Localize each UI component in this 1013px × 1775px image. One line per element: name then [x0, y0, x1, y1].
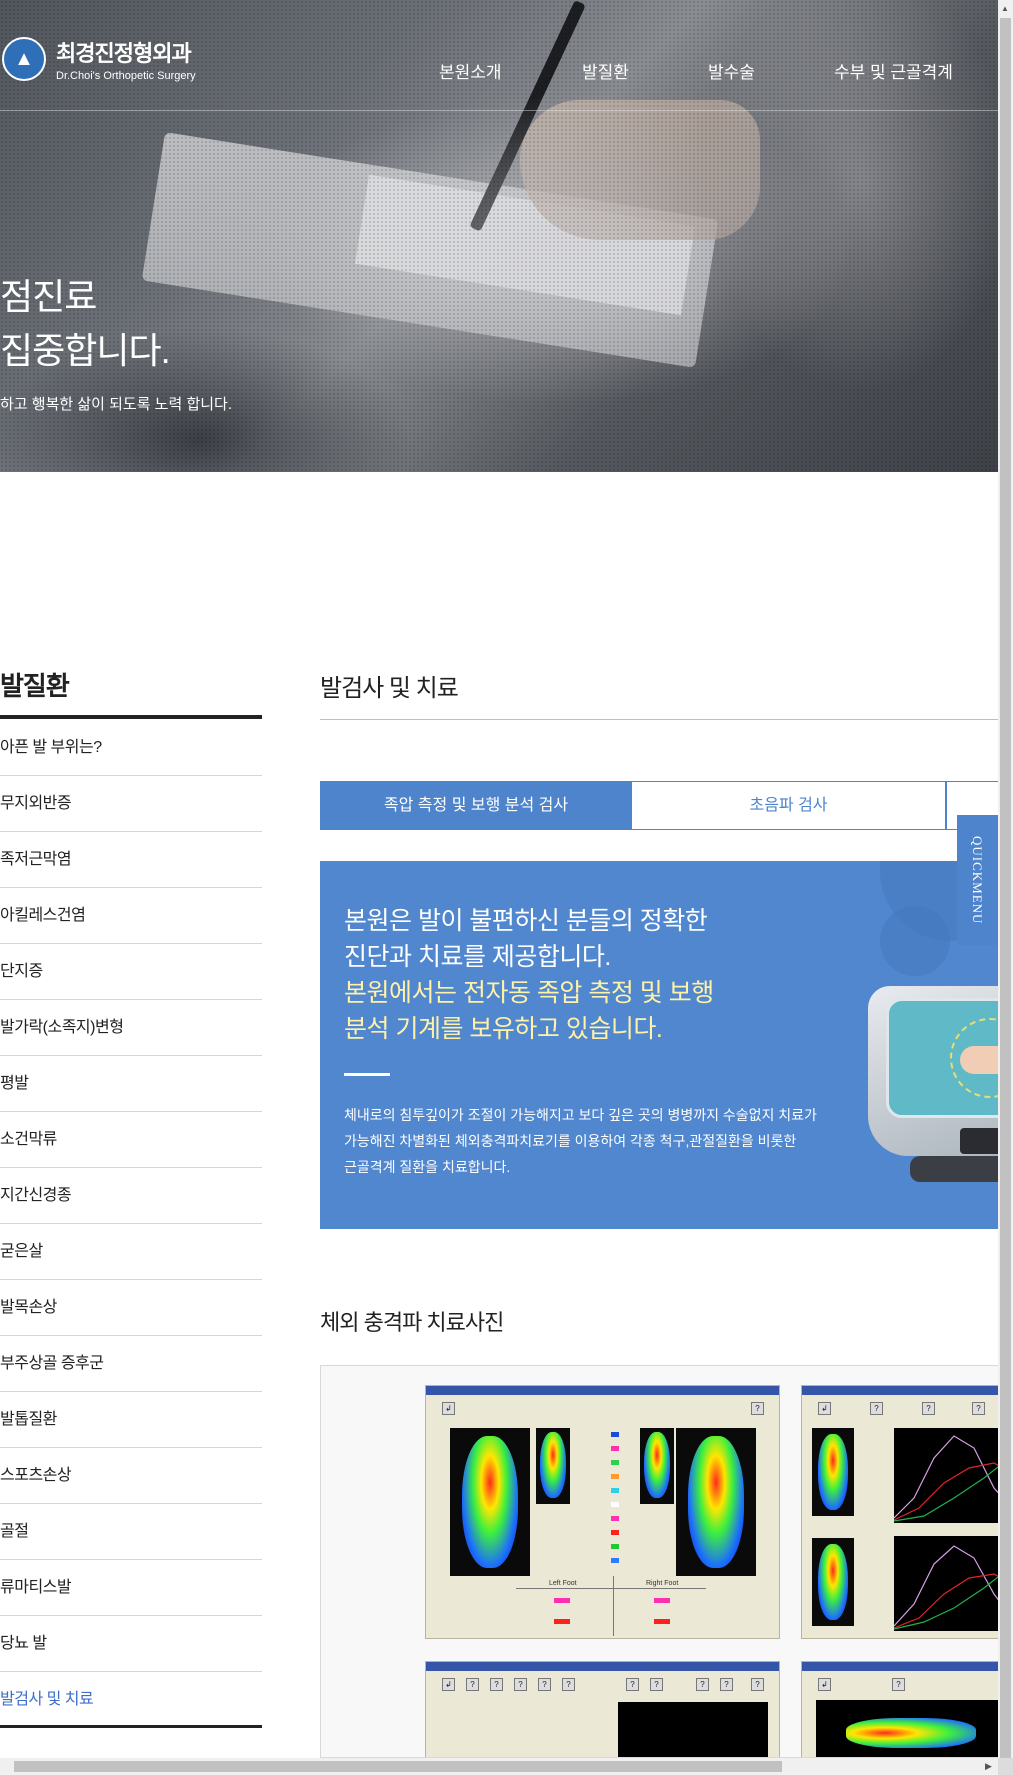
sidebar-item-painful-area[interactable]: 아픈 발 부위는? [0, 720, 262, 776]
gallery-photo-pressure-map[interactable]: ↲ ? Left Foot Right Foot [425, 1385, 780, 1639]
sidebar-item-bunionette[interactable]: 소건막류 [0, 1112, 262, 1168]
gallery-photo-pressure-side[interactable]: ↲ ? [801, 1661, 998, 1757]
sidebar-item-rheumatoid-foot[interactable]: 류마티스발 [0, 1560, 262, 1616]
sidebar-top-rule [0, 715, 262, 719]
gallery-title: 체외 충격파 치료사진 [320, 1310, 504, 1335]
sidebar-item-brachymetatarsia[interactable]: 단지증 [0, 944, 262, 1000]
scroll-up-arrow-icon[interactable]: ▲ [1001, 4, 1009, 13]
foot-pressure-machine-image [850, 976, 998, 1186]
nav-item-foot-surgery[interactable]: 발수술 [708, 58, 755, 83]
sidebar-item-sports-injury[interactable]: 스포츠손상 [0, 1448, 262, 1504]
sidebar-item-accessory-navicular[interactable]: 부주상골 증후군 [0, 1336, 262, 1392]
sidebar-item-flatfoot[interactable]: 평발 [0, 1056, 262, 1112]
horizontal-scroll-thumb[interactable] [14, 1761, 782, 1772]
sidebar-menu: 아픈 발 부위는? 무지외반증 족저근막염 아킬레스건염 단지증 발가락(소족지… [0, 720, 262, 1728]
left-foot-label: Left Foot [549, 1580, 577, 1587]
sidebar-item-plantar-fasciitis[interactable]: 족저근막염 [0, 832, 262, 888]
banner-divider [344, 1073, 390, 1076]
nav-item-about[interactable]: 본원소개 [439, 58, 502, 83]
hero-title: 점진료 집중합니다. [0, 276, 171, 371]
banner-description: 체내로의 침투깊이가 조절이 가능해지고 보다 깊은 곳의 병병까지 수술없지 … [344, 1107, 817, 1175]
sidebar-item-diabetic-foot[interactable]: 당뇨 발 [0, 1616, 262, 1672]
title-divider [320, 719, 998, 720]
nav-item-foot-disease[interactable]: 발질환 [582, 58, 629, 83]
horizontal-scrollbar[interactable]: ▶ [0, 1758, 998, 1775]
page-title: 발검사 및 치료 [320, 675, 459, 702]
main-nav: 본원소개 발질환 발수술 수부 및 근골격계 [0, 58, 998, 86]
sidebar-item-mortons-neuroma[interactable]: 지간신경종 [0, 1168, 262, 1224]
tab-pressure-gait-analysis[interactable]: 족압 측정 및 보행 분석 검사 [320, 781, 632, 830]
nav-item-hand-musculoskeletal[interactable]: 수부 및 근골격계 [834, 58, 953, 83]
scroll-right-arrow-icon[interactable]: ▶ [985, 1761, 992, 1772]
gallery-photo-gait-graph[interactable]: ↲ ? ? ? [801, 1385, 998, 1639]
quick-menu-button[interactable]: QUICKMENU [957, 815, 998, 945]
vertical-scrollbar[interactable]: ▲ [998, 0, 1013, 1758]
nav-divider [0, 110, 998, 111]
sidebar-title: 발질환 [0, 671, 70, 701]
hero-subtitle: 하고 행복한 삶이 되도록 노력 합니다. [0, 396, 233, 413]
banner-headline: 본원은 발이 불편하신 분들의 정확한 진단과 치료를 제공합니다. 본원에서는… [344, 907, 714, 1043]
treatment-photo-gallery: ↲ ? Left Foot Right Foot ↲ ? ? ? ↲ ? ? ?… [320, 1365, 998, 1758]
sidebar-item-achilles-tendinitis[interactable]: 아킬레스건염 [0, 888, 262, 944]
sidebar-item-callus[interactable]: 굳은살 [0, 1224, 262, 1280]
gallery-photo-3d-analysis[interactable]: ↲ ? ? ? ? ? ? ? ? ? ? [425, 1661, 780, 1757]
sidebar-item-fracture[interactable]: 골절 [0, 1504, 262, 1560]
tab-ultrasound[interactable]: 초음파 검사 [632, 781, 946, 830]
sidebar-item-hallux-valgus[interactable]: 무지외반증 [0, 776, 262, 832]
sidebar-item-ankle-injury[interactable]: 발목손상 [0, 1280, 262, 1336]
info-banner: 본원은 발이 불편하신 분들의 정확한 진단과 치료를 제공합니다. 본원에서는… [320, 861, 998, 1229]
hero-section: ▲ 최경진정형외과 Dr.Choi's Orthopetic Surgery 본… [0, 0, 998, 472]
vertical-scroll-thumb[interactable] [1000, 18, 1011, 1758]
right-foot-label: Right Foot [646, 1580, 679, 1587]
sidebar-item-toenail-disease[interactable]: 발톱질환 [0, 1392, 262, 1448]
sidebar-item-foot-exam[interactable]: 발검사 및 치료 [0, 1672, 262, 1728]
sidebar-item-toe-deformity[interactable]: 발가락(소족지)변형 [0, 1000, 262, 1056]
